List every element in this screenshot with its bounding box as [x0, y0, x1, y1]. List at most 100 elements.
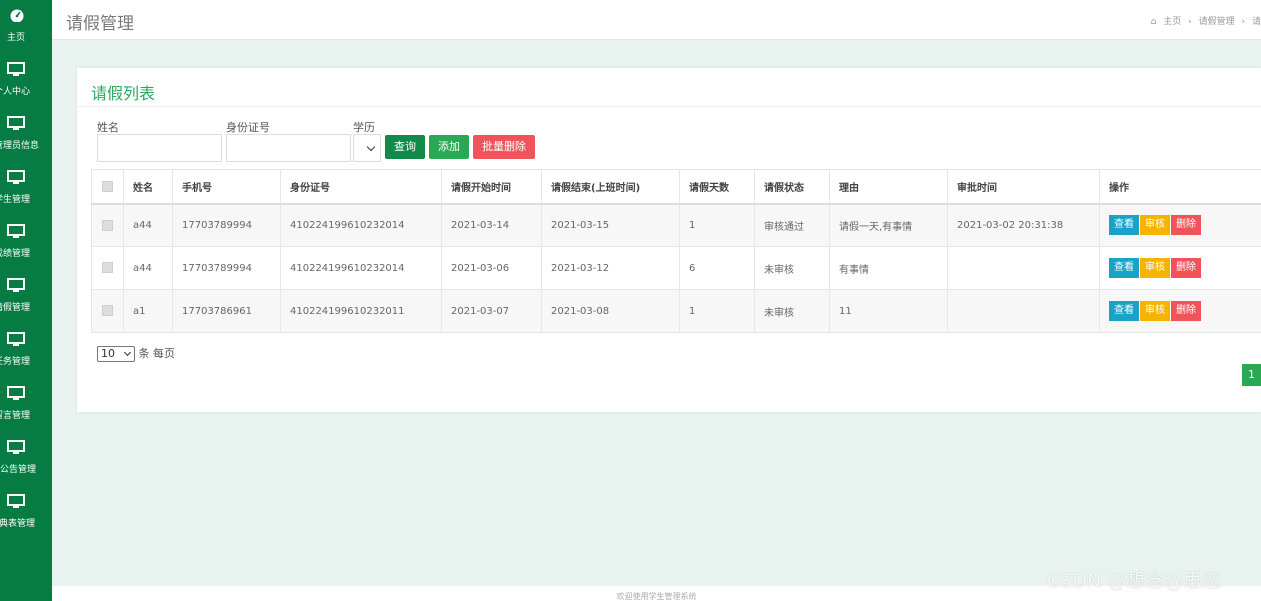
monitor-icon	[7, 440, 25, 454]
sidebar-item-label: 学生管理	[0, 195, 31, 205]
table-cell: 未审核	[754, 289, 830, 333]
row-select-cell[interactable]	[91, 246, 124, 290]
query-button[interactable]: 查询	[385, 135, 425, 159]
table-cell	[947, 246, 1100, 290]
top-bar: 请假管理 ⌂ 主页 › 请假管理 › 请	[52, 0, 1261, 40]
column-header: 操作	[1099, 169, 1261, 205]
actions-cell: 查看 审核 删除	[1099, 246, 1261, 290]
view-button[interactable]: 查看	[1109, 301, 1139, 321]
table-cell	[947, 289, 1100, 333]
page-number-button[interactable]: 1	[1242, 364, 1261, 386]
table-cell: 6	[679, 246, 755, 290]
column-header: 请假开始时间	[441, 169, 542, 205]
view-button[interactable]: 查看	[1109, 215, 1139, 236]
page-size-suffix: 条 每页	[138, 347, 176, 360]
sidebar-item-admin-info[interactable]: 管理员信息	[0, 112, 52, 166]
table-header-row: 姓名 手机号 身份证号 请假开始时间 请假结束(上班时间) 请假天数 请假状态 …	[91, 169, 1261, 205]
breadcrumb: ⌂ 主页 › 请假管理 › 请	[1147, 14, 1261, 27]
education-filter-label: 学历	[353, 121, 375, 134]
sidebar-item-messages[interactable]: 留言管理	[0, 382, 52, 436]
idcard-filter-label: 身份证号	[226, 121, 270, 134]
actions-cell: 查看 审核 删除	[1099, 203, 1261, 247]
column-header: 姓名	[123, 169, 173, 205]
breadcrumb-current[interactable]: 请假管理	[1199, 17, 1235, 27]
table-cell: 410224199610232014	[280, 246, 442, 290]
education-select[interactable]	[353, 134, 381, 162]
table-cell: 2021-03-02 20:31:38	[947, 203, 1100, 247]
table-cell: 审核通过	[754, 203, 830, 247]
idcard-input[interactable]	[226, 134, 351, 162]
table-cell: 17703789994	[172, 203, 281, 247]
sidebar-item-label: 个人中心	[0, 87, 31, 97]
sidebar-item-label: 系统公告管理	[0, 465, 37, 475]
sidebar-item-label: 任务管理	[0, 357, 31, 367]
column-header: 理由	[829, 169, 948, 205]
sidebar-item-personal-center[interactable]: 个人中心	[0, 58, 52, 112]
sidebar-item-label: 请假管理	[0, 303, 31, 313]
delete-button[interactable]: 删除	[1171, 258, 1201, 278]
sidebar-item-grades[interactable]: 成绩管理	[0, 220, 52, 274]
card-title: 请假列表	[91, 84, 156, 103]
name-input[interactable]	[97, 134, 222, 162]
page-size-select[interactable]: 10	[97, 346, 135, 362]
row-checkbox[interactable]	[102, 262, 113, 274]
column-header: 请假天数	[679, 169, 755, 205]
bulk-delete-button[interactable]: 批量删除	[473, 135, 535, 159]
row-checkbox[interactable]	[102, 219, 113, 231]
sidebar-item-tasks[interactable]: 任务管理	[0, 328, 52, 382]
monitor-icon	[7, 332, 25, 346]
column-header: 请假结束(上班时间)	[541, 169, 680, 205]
chevron-down-icon	[366, 142, 376, 152]
row-select-cell[interactable]	[91, 203, 124, 247]
audit-button[interactable]: 审核	[1140, 215, 1170, 236]
monitor-icon	[7, 278, 25, 292]
select-all-checkbox[interactable]	[102, 180, 113, 192]
breadcrumb-home[interactable]: 主页	[1163, 17, 1181, 27]
monitor-icon	[7, 170, 25, 184]
table-cell: 有事情	[829, 246, 948, 290]
row-select-cell[interactable]	[91, 289, 124, 333]
select-all-cell[interactable]	[91, 169, 124, 205]
dashboard-icon	[10, 9, 24, 22]
add-button[interactable]: 添加	[429, 135, 469, 159]
table-cell: 2021-03-07	[441, 289, 542, 333]
delete-button[interactable]: 删除	[1171, 215, 1201, 236]
table-cell: 11	[829, 289, 948, 333]
audit-button[interactable]: 审核	[1140, 301, 1170, 321]
leave-list-card: 请假列表 姓名 身份证号 学历 查询 添加 批量删除 姓名 手机号 身份证号 请…	[77, 68, 1261, 412]
page-size-control: 10 条 每页	[97, 345, 175, 362]
table-cell: 2021-03-12	[541, 246, 680, 290]
sidebar-item-label: 管理员信息	[0, 141, 40, 151]
home-icon: ⌂	[1150, 17, 1157, 27]
sidebar-item-students[interactable]: 学生管理	[0, 166, 52, 220]
table-cell: a44	[123, 246, 173, 290]
row-checkbox[interactable]	[102, 305, 113, 317]
sidebar: 主页 个人中心 管理员信息 学生管理 成绩管理 请假管理 任务管理 留言管理 系…	[0, 0, 52, 601]
sidebar-item-dictionary[interactable]: 字典表管理	[0, 490, 52, 544]
table-cell: 2021-03-08	[541, 289, 680, 333]
sidebar-item-label: 字典表管理	[0, 519, 36, 529]
table-cell: 2021-03-06	[441, 246, 542, 290]
audit-button[interactable]: 审核	[1140, 258, 1170, 278]
sidebar-item-label: 成绩管理	[0, 249, 31, 259]
table-cell: 1	[679, 203, 755, 247]
chevron-down-icon	[123, 348, 132, 357]
table-cell: 410224199610232011	[280, 289, 442, 333]
breadcrumb-next[interactable]: 请	[1252, 17, 1261, 27]
table-row: a1 17703786961 410224199610232011 2021-0…	[91, 289, 1261, 333]
monitor-icon	[7, 224, 25, 238]
breadcrumb-separator: ›	[1241, 17, 1246, 27]
actions-cell: 查看 审核 删除	[1099, 289, 1261, 333]
table-cell: 1	[679, 289, 755, 333]
table-cell: a1	[123, 289, 173, 333]
watermark: CSDN @想念@思恋	[1047, 570, 1222, 592]
delete-button[interactable]: 删除	[1171, 301, 1201, 321]
table-cell: a44	[123, 203, 173, 247]
table-row: a44 17703789994 410224199610232014 2021-…	[91, 203, 1261, 247]
sidebar-item-leave[interactable]: 请假管理	[0, 274, 52, 328]
page-size-value: 10	[101, 347, 115, 360]
table-cell: 17703789994	[172, 246, 281, 290]
view-button[interactable]: 查看	[1109, 258, 1139, 278]
sidebar-item-home[interactable]: 主页	[0, 4, 52, 58]
sidebar-item-announcements[interactable]: 系统公告管理	[0, 436, 52, 490]
